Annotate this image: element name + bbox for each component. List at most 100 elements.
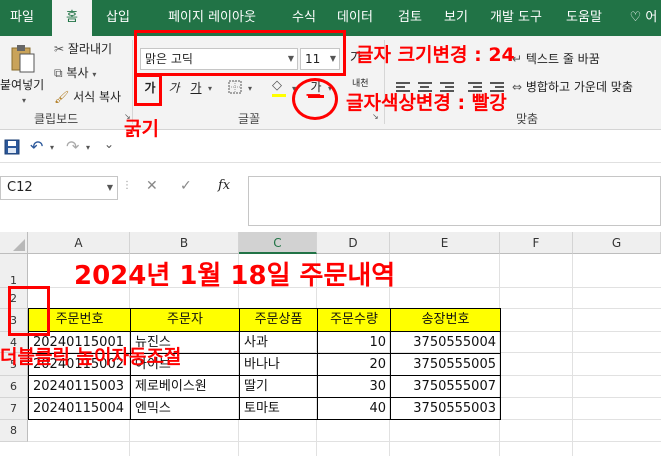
row-height-highlight-box	[8, 286, 50, 336]
clipboard-group-label: 클립보드	[34, 112, 79, 126]
enter-icon[interactable]: ✓	[180, 178, 192, 194]
gridline	[28, 441, 661, 442]
save-icon[interactable]	[4, 139, 20, 155]
table-cell[interactable]: 3750555003	[390, 397, 501, 420]
fill-color-button[interactable]: ◇	[272, 78, 286, 97]
group-divider	[132, 40, 133, 124]
font-group-label: 글꼴	[238, 112, 261, 126]
formula-input[interactable]	[248, 176, 661, 226]
cut-label: 잘라내기	[67, 42, 113, 56]
redo-icon[interactable]: ↷	[66, 137, 79, 156]
column-header-b[interactable]: B	[130, 232, 239, 254]
fill-color-swatch	[272, 94, 286, 97]
copy-label: 복사	[66, 66, 89, 80]
column-header-d[interactable]: D	[317, 232, 390, 254]
undo-dropdown-icon[interactable]: ▾	[50, 143, 54, 152]
row-header-7[interactable]: 7	[0, 398, 28, 420]
scissors-icon: ✂	[54, 42, 65, 56]
border-dropdown-icon[interactable]: ▾	[248, 84, 252, 93]
table-cell[interactable]: 20240115003	[28, 375, 131, 398]
table-header-cell[interactable]: 주문자	[130, 308, 240, 332]
row-header-8[interactable]: 8	[0, 420, 28, 442]
column-header-a[interactable]: A	[28, 232, 130, 254]
customize-toolbar-icon[interactable]: ⌄	[104, 137, 114, 151]
bold-highlight-box	[134, 74, 162, 106]
tab-review[interactable]: 검토	[390, 0, 430, 36]
column-header-c[interactable]: C	[239, 232, 317, 254]
row-header-6[interactable]: 6	[0, 376, 28, 398]
table-header-cell[interactable]: 주문수량	[317, 308, 391, 332]
table-header-cell[interactable]: 송장번호	[390, 308, 501, 332]
format-painter-label: 서식 복사	[73, 90, 122, 104]
merge-center-label: 병합하고 가운데 맞춤	[525, 80, 633, 94]
undo-icon[interactable]: ↶	[30, 137, 43, 156]
lightbulb-icon: ♡	[629, 10, 646, 25]
paste-label: 붙여넣기	[0, 78, 45, 92]
copy-button[interactable]: ⧉ 복사 ▾	[54, 64, 96, 81]
copy-dropdown-icon[interactable]: ▾	[92, 70, 96, 79]
merge-icon: ⇔	[512, 80, 523, 94]
table-cell[interactable]: 3750555007	[390, 375, 501, 398]
table-cell[interactable]: 30	[317, 375, 391, 398]
redo-dropdown-icon[interactable]: ▾	[86, 143, 90, 152]
alignment-group-label: 맞춤	[516, 112, 539, 126]
tab-help[interactable]: 도움말	[556, 0, 612, 36]
chevron-down-icon: ▼	[106, 183, 113, 192]
format-painter-button[interactable]: 🖌 서식 복사	[54, 88, 121, 105]
underline-button[interactable]: 가	[186, 78, 206, 98]
table-cell[interactable]: 40	[317, 397, 391, 420]
formula-bar: C12 ▼ ⋮ ✕ ✓ fx	[0, 164, 661, 228]
tab-file[interactable]: 파일	[0, 0, 44, 36]
paste-button[interactable]: 붙여넣기	[0, 42, 44, 102]
formula-buttons: ✕ ✓ fx	[128, 176, 248, 200]
underline-dropdown-icon[interactable]: ▾	[208, 84, 212, 93]
select-all-icon	[13, 239, 25, 251]
border-button[interactable]	[228, 80, 242, 97]
wrap-text-label: 텍스트 줄 바꿈	[525, 52, 600, 66]
column-header-f[interactable]: F	[500, 232, 573, 254]
sheet-title-cell[interactable]: 2024년 1월 18일 주문내역	[70, 258, 399, 294]
table-cell[interactable]: 토마토	[239, 397, 318, 420]
cancel-icon[interactable]: ✕	[146, 178, 158, 194]
insert-function-icon[interactable]: fx	[218, 178, 230, 193]
select-all-corner[interactable]	[0, 232, 28, 254]
table-cell[interactable]: 3750555005	[390, 353, 501, 376]
quick-access-toolbar: ↶ ▾ ↷ ▾ ⌄	[0, 131, 661, 163]
table-cell[interactable]: 10	[317, 331, 391, 354]
clipboard-icon	[11, 45, 35, 73]
table-cell[interactable]: 20240115004	[28, 397, 131, 420]
column-header-e[interactable]: E	[390, 232, 500, 254]
table-cell[interactable]: 제로베이스원	[130, 375, 240, 398]
tab-developer[interactable]: 개발 도구	[482, 0, 550, 36]
brush-icon: 🖌	[54, 90, 70, 104]
row-header-1[interactable]: 1	[0, 254, 28, 288]
font-color-circle-mark: ㅡ	[306, 86, 321, 105]
tab-more[interactable]: ♡ 어	[626, 0, 661, 36]
copy-icon: ⧉	[54, 66, 63, 80]
wrap-text-button[interactable]: ↵ 텍스트 줄 바꿈	[512, 50, 600, 67]
row-height-annotation: 더블클릭 높이자동조절	[0, 346, 182, 368]
table-cell[interactable]: 3750555004	[390, 331, 501, 354]
paste-dropdown-icon[interactable]: ▾	[22, 96, 26, 105]
gridline	[572, 254, 573, 456]
tab-view[interactable]: 보기	[436, 0, 476, 36]
bold-annotation: 굵기	[124, 118, 159, 140]
font-size-highlight-box	[134, 30, 346, 76]
font-color-annotation: 글자색상변경 : 빨강	[346, 92, 507, 114]
tab-home[interactable]: 홈	[52, 0, 92, 36]
table-cell[interactable]: 엔믹스	[130, 397, 240, 420]
cut-button[interactable]: ✂ 잘라내기	[54, 40, 112, 57]
table-cell[interactable]: 바나나	[239, 353, 318, 376]
font-size-annotation: 글자 크기변경 : 24	[356, 44, 515, 66]
border-icon	[228, 80, 242, 94]
name-box-value: C12	[7, 180, 33, 195]
name-box[interactable]: C12 ▼	[0, 176, 118, 200]
table-header-cell[interactable]: 주문상품	[239, 308, 318, 332]
table-cell[interactable]: 사과	[239, 331, 318, 354]
italic-button[interactable]: 가	[164, 78, 184, 98]
table-cell[interactable]: 딸기	[239, 375, 318, 398]
table-cell[interactable]: 20	[317, 353, 391, 376]
paint-bucket-icon: ◇	[272, 78, 282, 93]
merge-center-button[interactable]: ⇔ 병합하고 가운데 맞춤	[512, 78, 633, 95]
column-header-g[interactable]: G	[573, 232, 661, 254]
